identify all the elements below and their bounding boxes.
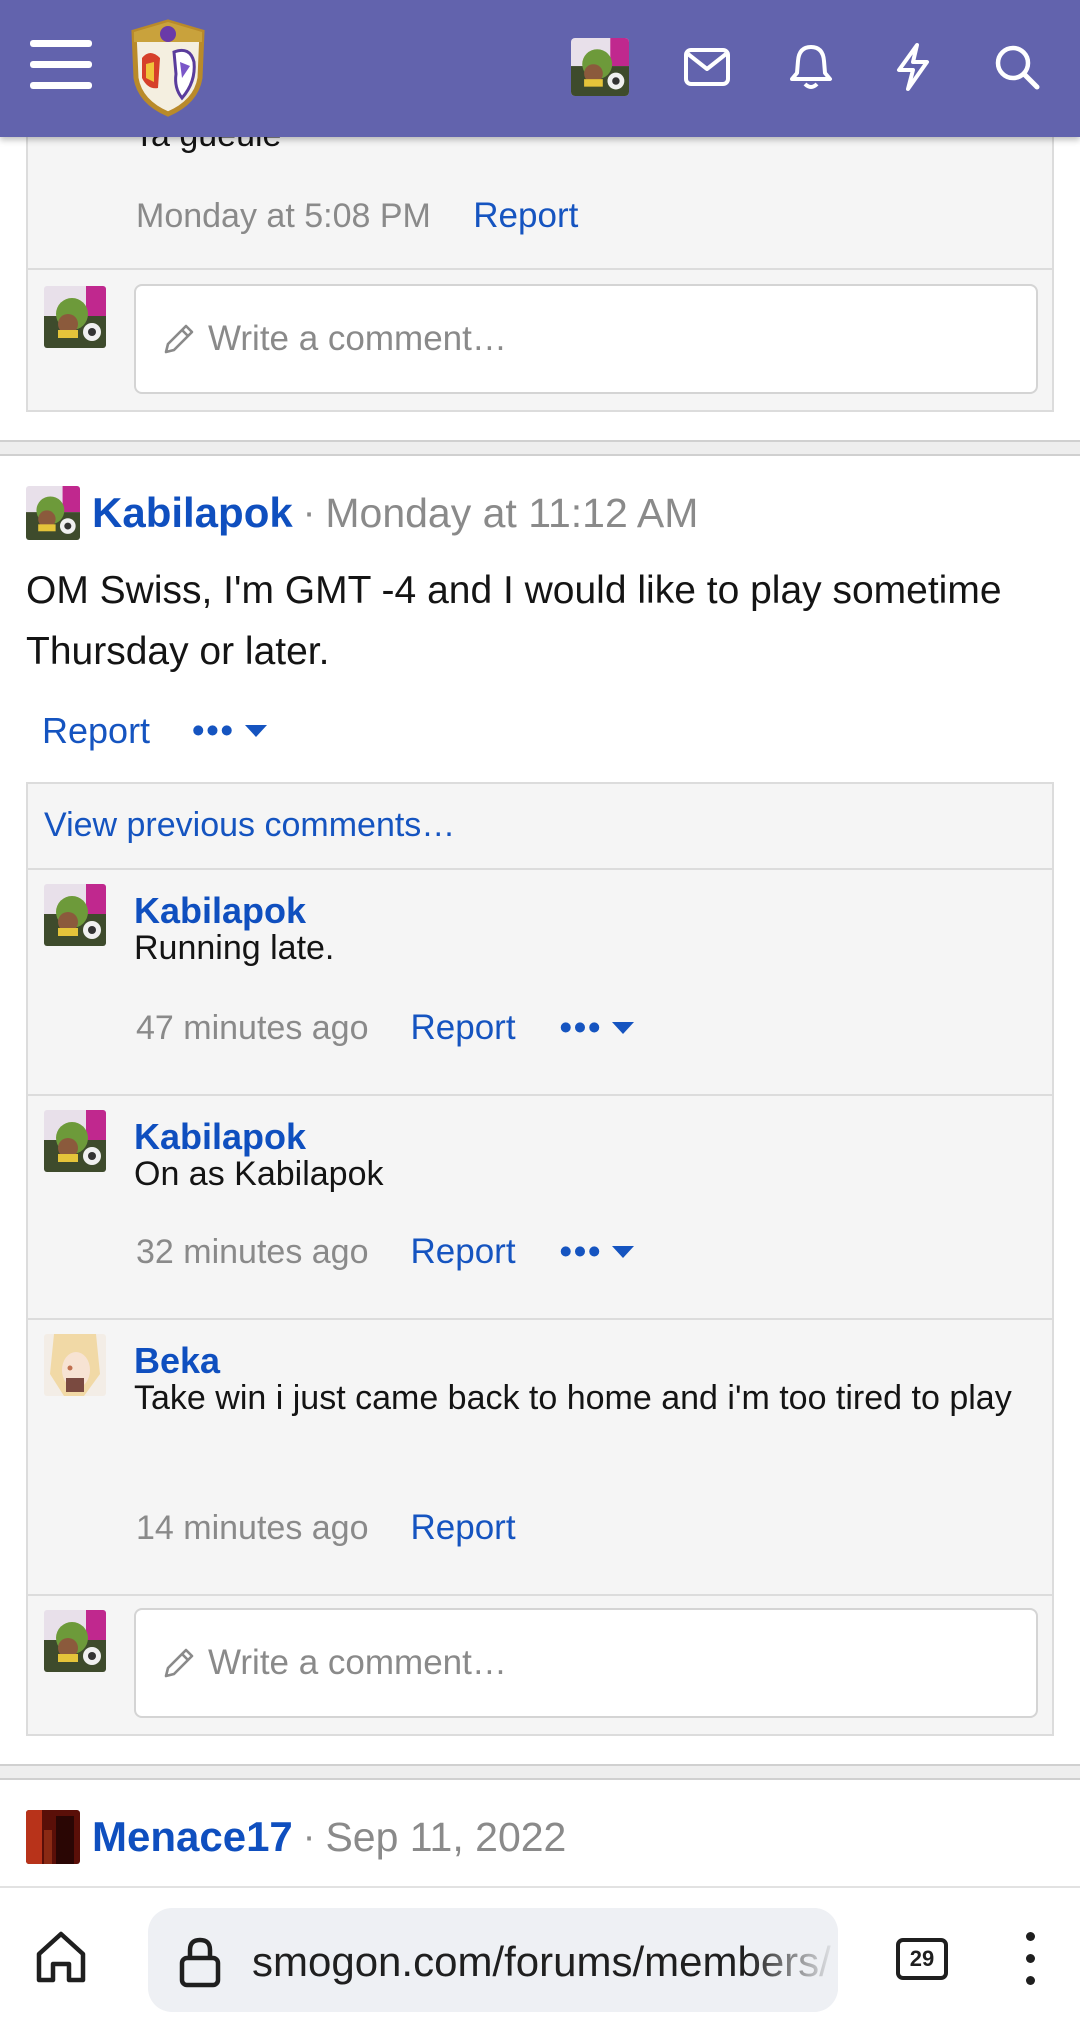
more-dots: ••• [559, 1232, 603, 1271]
post-header: Kabilapok · Monday at 11:12 AM [26, 486, 698, 540]
post-separator [0, 1764, 1080, 1780]
comment-meta: 47 minutes ago Report ••• [136, 1008, 635, 1048]
mail-icon[interactable] [676, 36, 738, 98]
kebab-menu-icon[interactable] [1026, 1932, 1040, 1998]
pencil-icon [160, 320, 198, 363]
post-header: Menace17 · Sep 11, 2022 [26, 1810, 566, 1864]
lock-icon[interactable] [178, 1936, 222, 1993]
comment-time[interactable]: 14 minutes ago [136, 1509, 369, 1548]
write-comment-placeholder: Write a comment… [208, 1643, 507, 1682]
browser-toolbar: smogon.com/forums/members/ 29 [0, 1886, 1080, 2031]
comment-text: Take win i just came back to home and i'… [134, 1379, 1012, 1417]
more-dots: ••• [559, 1008, 603, 1047]
avatar-image [26, 1810, 80, 1864]
user-avatar[interactable] [571, 38, 629, 96]
search-icon[interactable] [986, 36, 1048, 98]
avatar[interactable] [44, 1110, 106, 1172]
url-text[interactable]: smogon.com/forums/members/ [252, 1938, 831, 1986]
write-comment-input[interactable]: Write a comment… [134, 284, 1038, 394]
report-link[interactable]: Report [473, 196, 578, 235]
report-link[interactable]: Report [42, 710, 150, 752]
comment-time[interactable]: 47 minutes ago [136, 1009, 369, 1048]
post-date[interactable]: Sep 11, 2022 [325, 1814, 566, 1861]
chevron-down-icon [612, 1246, 635, 1258]
site-logo[interactable] [124, 18, 212, 118]
write-comment-row: Write a comment… [28, 1596, 1052, 1734]
comment-meta: 32 minutes ago Report ••• [136, 1232, 635, 1272]
hamburger-menu-icon[interactable] [30, 40, 92, 96]
bolt-icon[interactable] [882, 36, 944, 98]
avatar[interactable] [44, 884, 106, 946]
comment-text: On as Kabilapok [134, 1155, 384, 1193]
list-item: Beka Take win i just came back to home a… [28, 1320, 1052, 1596]
url-fade [748, 1908, 838, 2012]
more-options-menu[interactable]: ••• [192, 711, 267, 751]
avatar-image [44, 884, 106, 946]
view-previous-comments-link[interactable]: View previous comments… [44, 806, 455, 845]
comment-time[interactable]: Monday at 5:08 PM [136, 197, 431, 235]
pencil-icon [160, 1644, 198, 1687]
write-comment-placeholder: Write a comment… [208, 319, 507, 358]
chevron-down-icon [244, 725, 267, 737]
tab-count-button[interactable]: 29 [896, 1938, 948, 1980]
divider [28, 268, 1052, 270]
comment-text: Running late. [134, 929, 335, 967]
more-options-menu[interactable]: ••• [560, 1008, 635, 1048]
view-previous-row: View previous comments… [28, 784, 1052, 870]
post-author[interactable]: Kabilapok [92, 489, 293, 537]
meta-separator: · [302, 1815, 316, 1858]
chevron-down-icon [612, 1022, 635, 1034]
meta-separator: · [302, 491, 316, 534]
avatar[interactable] [44, 1334, 106, 1396]
avatar-image [26, 486, 80, 540]
avatar[interactable] [44, 1610, 106, 1672]
avatar-image [44, 1610, 106, 1672]
write-comment-input[interactable]: Write a comment… [134, 1608, 1038, 1718]
list-item: Kabilapok On as Kabilapok 32 minutes ago… [28, 1096, 1052, 1320]
comment-meta: 14 minutes ago Report [136, 1508, 516, 1548]
list-item: Kabilapok Running late. 47 minutes ago R… [28, 870, 1052, 1096]
post-separator [0, 440, 1080, 456]
avatar[interactable] [26, 1810, 80, 1864]
post-body: OM Swiss, I'm GMT -4 and I would like to… [26, 569, 1002, 673]
more-dots: ••• [192, 711, 235, 750]
address-bar[interactable]: smogon.com/forums/members/ [148, 1908, 838, 2012]
report-link[interactable]: Report [411, 1232, 516, 1272]
avatar[interactable] [44, 286, 106, 348]
comments-block: View previous comments… Kabilapok Runnin… [26, 782, 1054, 1736]
comment-meta: Monday at 5:08 PM Report [136, 196, 578, 236]
avatar-image [44, 286, 106, 348]
avatar-image [44, 1110, 106, 1172]
avatar-image [44, 1334, 106, 1396]
post-author[interactable]: Menace17 [92, 1813, 293, 1861]
comment-time[interactable]: 32 minutes ago [136, 1233, 369, 1272]
post-date[interactable]: Monday at 11:12 AM [325, 490, 698, 537]
report-link[interactable]: Report [411, 1508, 516, 1548]
site-header [0, 0, 1080, 137]
bell-icon[interactable] [780, 36, 842, 98]
report-link[interactable]: Report [411, 1008, 516, 1048]
more-options-menu[interactable]: ••• [560, 1232, 635, 1272]
post-actions: Report ••• [42, 710, 267, 752]
home-icon[interactable] [34, 1928, 88, 1989]
avatar[interactable] [26, 486, 80, 540]
